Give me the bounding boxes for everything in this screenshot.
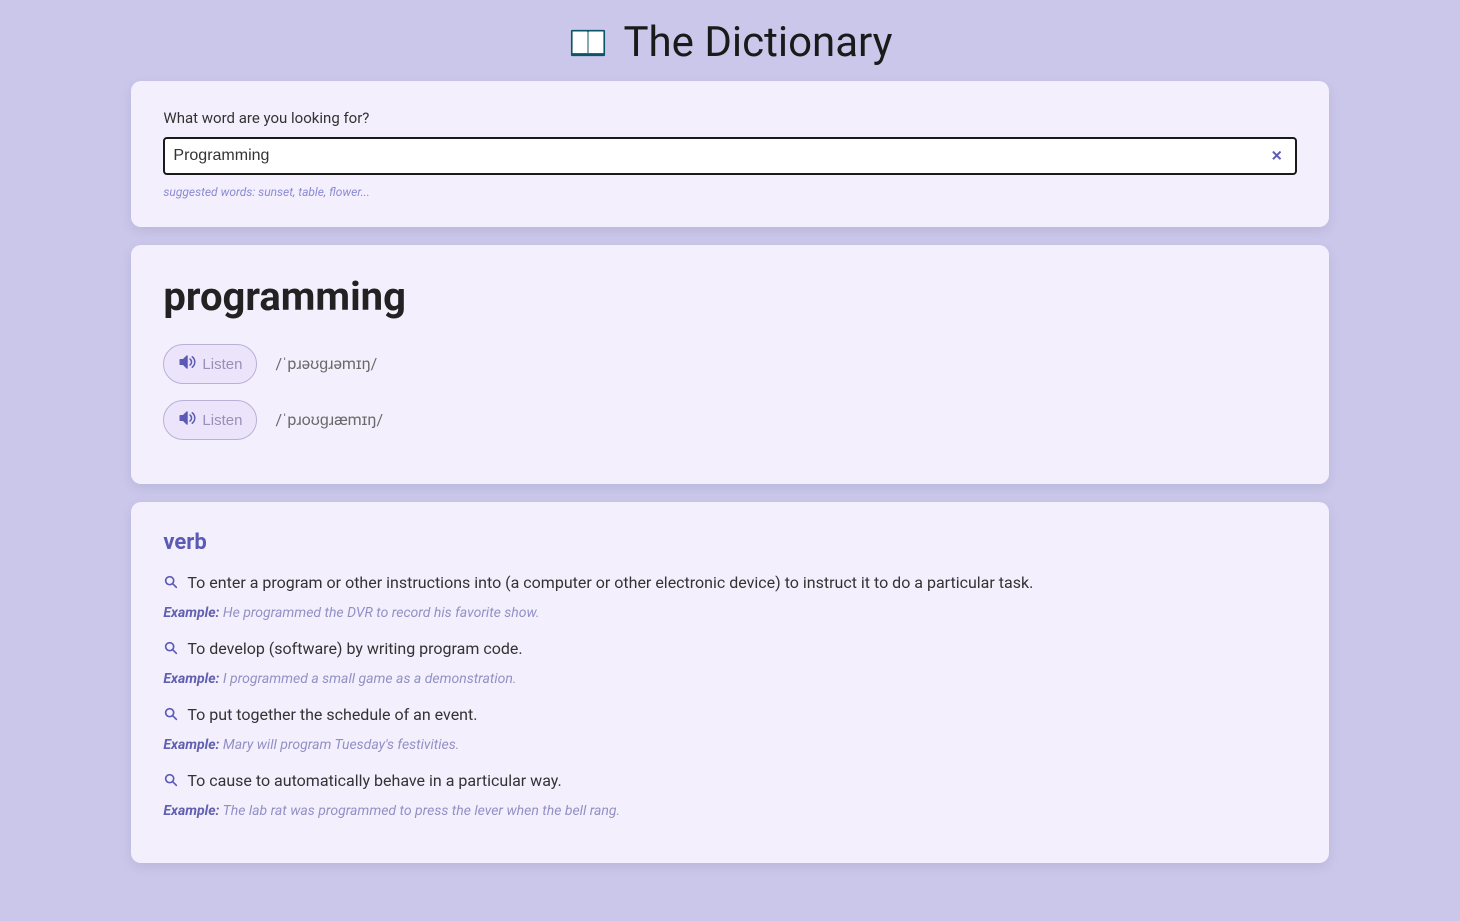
close-icon: ✕ [1271, 148, 1283, 164]
search-box: ✕ [163, 137, 1296, 175]
meanings-card: verb To enter a program or other instruc… [131, 502, 1328, 863]
definition-entry: To develop (software) by writing program… [163, 637, 1296, 687]
phonetic-row: Listen/ˈpɹoʊɡɹæmɪŋ/ [163, 400, 1296, 440]
definition-text: To enter a program or other instructions… [163, 571, 1296, 597]
phonetic-text: /ˈpɹoʊɡɹæmɪŋ/ [275, 410, 383, 430]
book-icon [567, 22, 609, 64]
magnifier-icon [163, 705, 179, 729]
page-title-text: The Dictionary [623, 18, 892, 67]
definition-entry: To put together the schedule of an event… [163, 703, 1296, 753]
clear-search-button[interactable]: ✕ [1267, 144, 1287, 169]
magnifier-icon [163, 639, 179, 663]
example-text: Example: I programmed a small game as a … [163, 671, 1296, 687]
listen-label: Listen [202, 412, 242, 429]
magnifier-icon [163, 771, 179, 795]
example-text: Example: The lab rat was programmed to p… [163, 803, 1296, 819]
page-title: The Dictionary [0, 0, 1460, 81]
definition-entry: To cause to automatically behave in a pa… [163, 769, 1296, 819]
listen-button[interactable]: Listen [163, 400, 257, 440]
speaker-icon [178, 353, 196, 375]
phonetic-text: /ˈpɹəʊɡɹəmɪŋ/ [275, 354, 377, 374]
magnifier-icon [163, 573, 179, 597]
example-text: Example: He programmed the DVR to record… [163, 605, 1296, 621]
search-card: What word are you looking for? ✕ suggest… [131, 81, 1328, 227]
search-input[interactable] [163, 137, 1296, 175]
example-text: Example: Mary will program Tuesday's fes… [163, 737, 1296, 753]
speaker-icon [178, 409, 196, 431]
listen-label: Listen [202, 356, 242, 373]
definition-text: To put together the schedule of an event… [163, 703, 1296, 729]
search-label: What word are you looking for? [163, 109, 1296, 127]
definition-text: To cause to automatically behave in a pa… [163, 769, 1296, 795]
phonetic-row: Listen/ˈpɹəʊɡɹəmɪŋ/ [163, 344, 1296, 384]
word-heading: programming [163, 273, 1296, 320]
definition-text: To develop (software) by writing program… [163, 637, 1296, 663]
part-of-speech: verb [163, 530, 1296, 555]
word-card: programming Listen/ˈpɹəʊɡɹəmɪŋ/Listen/ˈp… [131, 245, 1328, 484]
definition-entry: To enter a program or other instructions… [163, 571, 1296, 621]
suggested-words: suggested words: sunset, table, flower..… [163, 185, 1296, 199]
listen-button[interactable]: Listen [163, 344, 257, 384]
